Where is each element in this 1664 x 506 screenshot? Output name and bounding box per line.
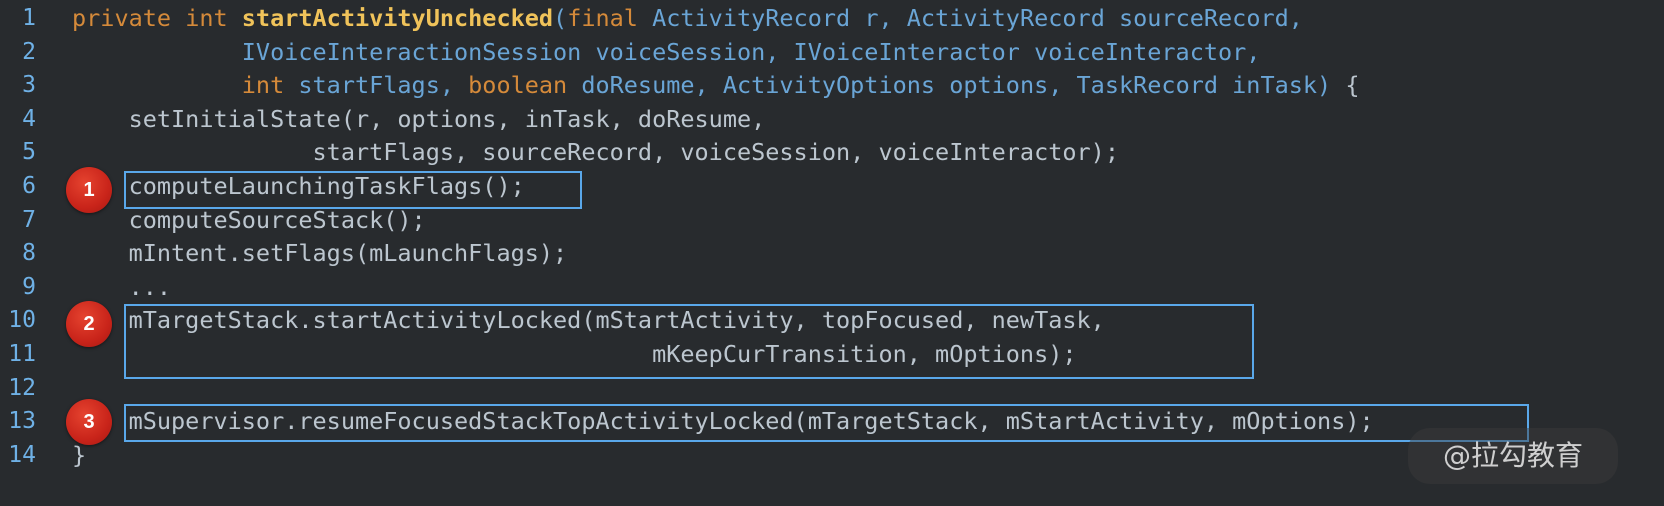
line-number: 14 [8,441,36,468]
code-line: 5 startFlags, sourceRecord, voiceSession… [0,135,1664,169]
highlight-box-1 [124,171,582,209]
code-line: 9 ... [0,270,1664,304]
line-number: 1 [22,5,36,31]
code-token: } [72,440,87,469]
highlight-box-2 [124,304,1254,379]
code-line: 1 private int startActivityUnchecked(fina… [0,1,1664,35]
step-badge-1: 1 [66,167,112,213]
line-number: 11 [8,341,36,367]
code-token: boolean [468,71,582,100]
highlight-box-3 [124,404,1529,442]
code-text: ... [72,270,171,304]
code-text: IVoiceInteractionSession voiceSession, I… [72,35,1261,69]
step-badge-3: 3 [66,399,112,445]
step-badge-2: 2 [66,301,112,347]
code-token: private [72,4,186,32]
line-number: 3 [22,72,36,99]
code-text: mIntent.setFlags(mLaunchFlags); [72,236,568,270]
line-number: 6 [22,173,36,199]
line-number: 2 [22,38,36,65]
code-token: int [241,71,299,100]
code-editor: 1 private int startActivityUnchecked(fina… [0,0,1664,506]
line-number: 4 [22,105,36,132]
code-token: startActivityUnchecked [241,4,554,32]
line-number: 13 [8,408,36,435]
line-number: 9 [22,273,36,300]
line-number: 5 [22,139,36,166]
code-text: setInitialState(r, options, inTask, doRe… [72,102,766,136]
code-line: 3 int startFlags, boolean doResume, Acti… [0,68,1664,102]
code-token: int [185,4,242,32]
code-token: startFlags, [298,71,469,100]
code-token: setInitialState(r, options, inTask, doRe… [72,104,766,133]
line-number: 10 [8,307,36,334]
watermark: @拉勾教育 [1408,428,1618,484]
code-token: ... [72,272,172,301]
code-token: { [1345,71,1360,100]
code-line: 8 mIntent.setFlags(mLaunchFlags); [0,236,1664,270]
code-text: startFlags, sourceRecord, voiceSession, … [72,135,1119,169]
code-text: private int startActivityUnchecked(final… [72,1,1303,35]
code-text: int startFlags, boolean doResume, Activi… [72,68,1360,102]
line-number: 12 [8,374,36,401]
code-token: mIntent.setFlags(mLaunchFlags); [72,239,568,268]
code-token: final [567,4,653,32]
line-number: 7 [22,206,36,233]
code-token: computeSourceStack(); [72,205,426,234]
code-token: ActivityRecord r, ActivityRecord sourceR… [652,4,1303,32]
code-token: IVoiceInteractionSession voiceSession, I… [72,37,1261,66]
code-token: startFlags, sourceRecord, voiceSession, … [72,138,1119,167]
code-line: 4 setInitialState(r, options, inTask, do… [0,102,1664,136]
code-token: doResume, ActivityOptions options, TaskR… [581,71,1346,100]
line-number: 8 [22,240,36,267]
code-line: 2 IVoiceInteractionSession voiceSession,… [0,35,1664,69]
code-token: ( [553,4,568,32]
